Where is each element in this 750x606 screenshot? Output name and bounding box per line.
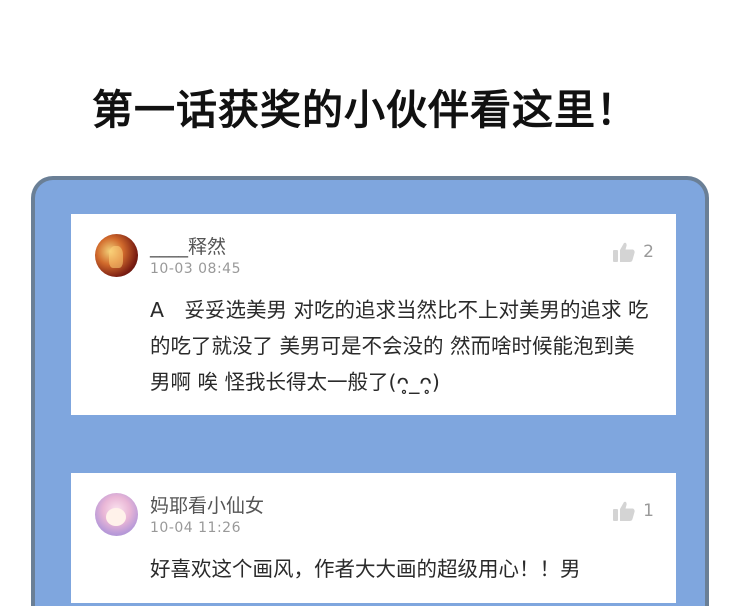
like-count: 2 <box>643 242 654 262</box>
comment-timestamp: 10-04 11:26 <box>150 520 241 536</box>
like-button[interactable]: 2 <box>613 242 654 262</box>
user-avatar-icon[interactable] <box>95 493 138 536</box>
page-title: 第一话获奖的小伙伴看这里！ <box>92 86 638 134</box>
comment-text: 好喜欢这个画风，作者大大画的超级用心！！男 <box>150 557 581 581</box>
user-avatar-icon[interactable] <box>95 234 138 277</box>
comment-card: 妈耶看小仙女 10-04 11:26 1 好喜欢这个画风，作者大大画的超级用心！… <box>71 473 676 603</box>
like-button[interactable]: 1 <box>613 501 654 521</box>
comment-username[interactable]: 妈耶看小仙女 <box>150 491 264 518</box>
thumbs-up-icon <box>613 242 635 262</box>
comment-timestamp: 10-03 08:45 <box>150 261 241 277</box>
comment-username[interactable]: ____释然 <box>150 232 226 259</box>
thumbs-up-icon <box>613 501 635 521</box>
comment-card: ____释然 10-03 08:45 2 A 妥妥选美男 对吃的追求当然比不上对… <box>71 214 676 415</box>
like-count: 1 <box>643 501 654 521</box>
comment-text: A 妥妥选美男 对吃的追求当然比不上对美男的追求 吃的吃了就没了 美男可是不会没… <box>150 298 649 394</box>
